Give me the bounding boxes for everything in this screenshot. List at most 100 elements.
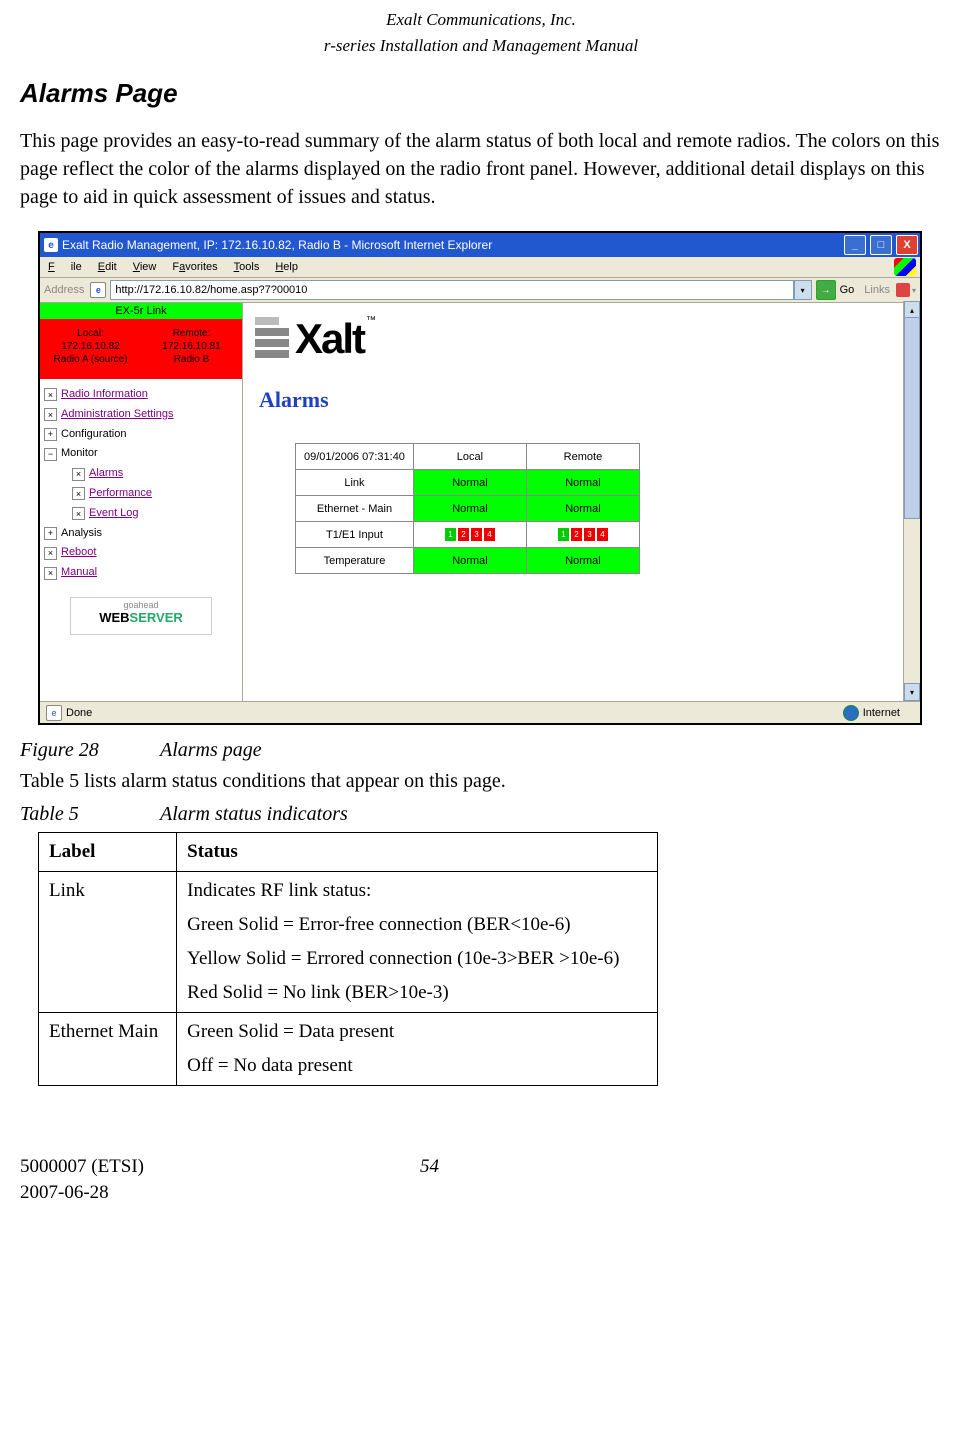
table-caption: Table 5Alarm status indicators [20, 803, 942, 826]
ie-icon: e [44, 238, 58, 252]
temp-local-status: Normal [413, 548, 526, 574]
table-row-status: Indicates RF link status:Green Solid = E… [177, 872, 658, 1013]
remote-radio-box[interactable]: Remote: 172.16.10.81 Radio B [141, 319, 242, 379]
status-indicators-table: Label Status LinkIndicates RF link statu… [38, 832, 658, 1086]
maximize-button[interactable]: □ [870, 235, 892, 255]
t1-port-indicator: 4 [597, 528, 608, 541]
nav-radio-info[interactable]: Radio Information [61, 385, 148, 405]
links-dropdown[interactable]: ▾ [912, 286, 916, 295]
go-label: Go [840, 284, 855, 296]
nav-reboot[interactable]: Reboot [61, 543, 96, 563]
address-dropdown[interactable]: ▾ [794, 280, 812, 300]
main-content: Xalt™ Alarms 09/01/2006 07:31:40 Local R… [243, 303, 920, 701]
header-company: Exalt Communications, Inc. [20, 10, 942, 30]
alarms-table: 09/01/2006 07:31:40 Local Remote Link No… [295, 443, 640, 574]
t1-port-indicator: 1 [445, 528, 456, 541]
page-heading: Alarms [259, 387, 908, 413]
scroll-down-icon[interactable]: ▾ [904, 683, 920, 701]
nav-tree: × Radio Information × Administration Setti… [40, 379, 242, 589]
local-radio-box[interactable]: Local: 172.16.10.82 Radio A (source) [40, 319, 141, 379]
table-row-label: Link [39, 872, 177, 1013]
menu-view[interactable]: View [133, 261, 157, 273]
table-ref-text: Table 5 lists alarm status conditions th… [20, 770, 942, 793]
nav-performance[interactable]: Performance [89, 484, 152, 504]
globe-icon [843, 705, 859, 721]
nav-admin[interactable]: Administration Settings [61, 405, 174, 425]
links-label: Links [864, 284, 890, 296]
expand-icon[interactable]: × [72, 487, 85, 500]
t1-remote-status: 1234 [526, 522, 639, 548]
menu-favorites[interactable]: Favorites [172, 261, 217, 273]
link-local-status: Normal [413, 470, 526, 496]
plus-icon[interactable]: + [44, 527, 57, 540]
page-icon: e [46, 705, 62, 721]
doc-date: 2007-06-28 [20, 1182, 420, 1204]
exalt-logo: Xalt™ [255, 315, 908, 363]
vertical-scrollbar[interactable]: ▴ ▾ [903, 301, 920, 701]
t1-local-status: 1234 [413, 522, 526, 548]
go-button[interactable]: → [816, 280, 836, 300]
webserver-logo: goahead WEBSERVER [70, 597, 212, 635]
t1-port-indicator: 3 [584, 528, 595, 541]
screenshot-figure: e Exalt Radio Management, IP: 172.16.10.… [38, 231, 922, 725]
nav-monitor[interactable]: Monitor [61, 444, 98, 464]
table-row-status: Green Solid = Data presentOff = No data … [177, 1013, 658, 1086]
doc-number: 5000007 (ETSI) [20, 1156, 420, 1178]
t1-port-indicator: 2 [571, 528, 582, 541]
expand-icon[interactable]: × [44, 567, 57, 580]
intro-paragraph: This page provides an easy-to-read summa… [20, 127, 942, 211]
nav-analysis[interactable]: Analysis [61, 524, 102, 544]
window-titlebar: e Exalt Radio Management, IP: 172.16.10.… [40, 233, 920, 257]
th-label: Label [39, 833, 177, 872]
address-label: Address [44, 284, 84, 296]
t1-port-indicator: 2 [458, 528, 469, 541]
figure-caption: Figure 28Alarms page [20, 739, 942, 762]
row-link: Link [296, 470, 414, 496]
menu-bar: File Edit View Favorites Tools Help [40, 257, 920, 278]
plus-icon[interactable]: + [44, 428, 57, 441]
menu-help[interactable]: Help [275, 261, 298, 273]
address-bar: Address e http://172.16.10.82/home.asp?7… [40, 278, 920, 303]
window-title: Exalt Radio Management, IP: 172.16.10.82… [62, 238, 842, 252]
expand-icon[interactable]: × [72, 507, 85, 520]
menu-file[interactable]: File [48, 261, 82, 273]
link-name-label: EX-5r Link [40, 303, 242, 319]
table-row-label: Ethernet Main [39, 1013, 177, 1086]
close-button[interactable]: X [896, 235, 918, 255]
minimize-button[interactable]: _ [844, 235, 866, 255]
eth-remote-status: Normal [526, 496, 639, 522]
expand-icon[interactable]: × [44, 388, 57, 401]
nav-alarms[interactable]: Alarms [89, 464, 123, 484]
links-icon[interactable] [896, 283, 910, 297]
header-manual: r-series Installation and Management Man… [20, 36, 942, 56]
address-input[interactable]: http://172.16.10.82/home.asp?7?00010 [110, 280, 793, 300]
expand-icon[interactable]: × [44, 547, 57, 560]
th-status: Status [177, 833, 658, 872]
temp-remote-status: Normal [526, 548, 639, 574]
page-icon: e [90, 282, 106, 298]
t1-port-indicator: 1 [558, 528, 569, 541]
page-number: 54 [420, 1156, 942, 1204]
nav-manual[interactable]: Manual [61, 563, 97, 583]
menu-tools[interactable]: Tools [234, 261, 260, 273]
link-remote-status: Normal [526, 470, 639, 496]
nav-config[interactable]: Configuration [61, 425, 126, 445]
row-t1e1: T1/E1 Input [296, 522, 414, 548]
section-title: Alarms Page [20, 78, 942, 109]
menu-edit[interactable]: Edit [98, 261, 117, 273]
minus-icon[interactable]: − [44, 448, 57, 461]
left-nav-panel: EX-5r Link Local: 172.16.10.82 Radio A (… [40, 303, 243, 701]
scroll-thumb[interactable] [904, 317, 920, 519]
zone-label: Internet [863, 707, 900, 719]
expand-icon[interactable]: × [44, 408, 57, 421]
t1-port-indicator: 4 [484, 528, 495, 541]
timestamp-cell: 09/01/2006 07:31:40 [296, 444, 414, 470]
status-text: Done [66, 707, 92, 719]
row-ethernet: Ethernet - Main [296, 496, 414, 522]
status-bar: e Done Internet [40, 701, 920, 724]
col-remote: Remote [526, 444, 639, 470]
nav-eventlog[interactable]: Event Log [89, 504, 139, 524]
col-local: Local [413, 444, 526, 470]
expand-icon[interactable]: × [72, 468, 85, 481]
row-temperature: Temperature [296, 548, 414, 574]
